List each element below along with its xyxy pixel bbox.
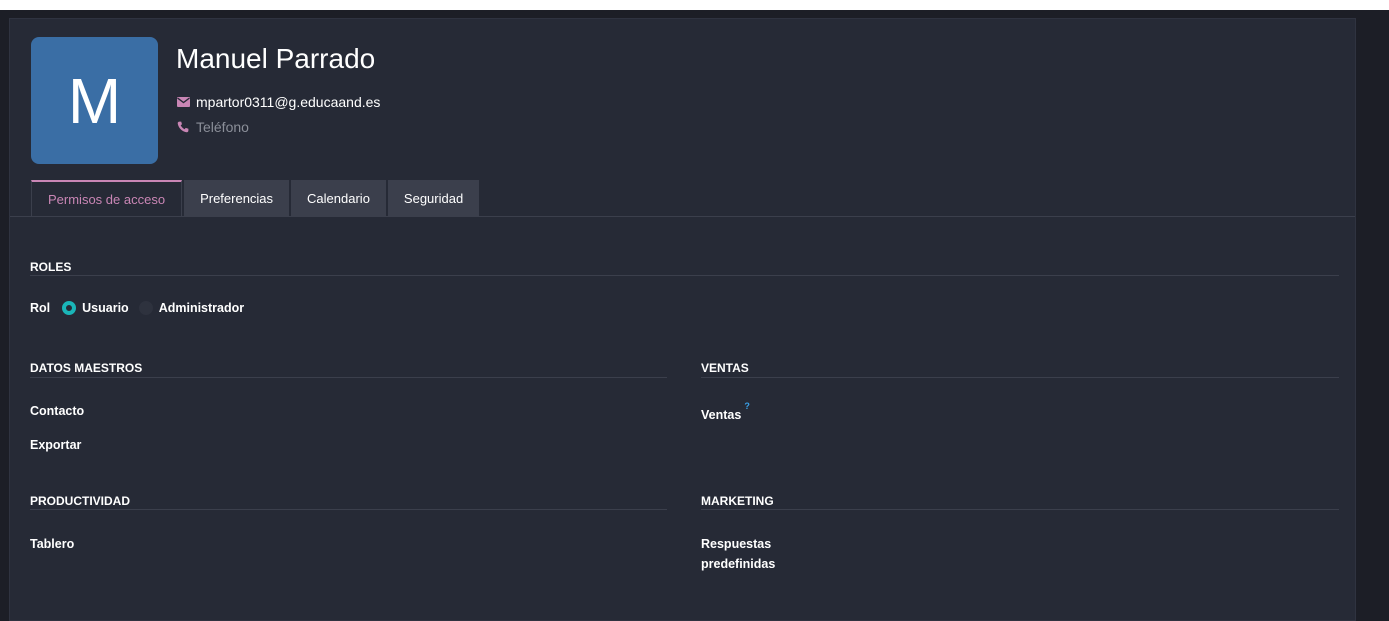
section-rule-roles (30, 275, 1339, 276)
section-title-ventas: VENTAS (701, 361, 749, 375)
envelope-icon (176, 95, 190, 109)
phone-field[interactable]: Teléfono (176, 119, 249, 135)
field-respuestas-line1: Respuestas (701, 537, 772, 551)
radio-usuario-label[interactable]: Usuario (82, 301, 129, 315)
field-ventas: Ventas? (701, 401, 750, 425)
field-ventas-label: Ventas (701, 408, 742, 423)
tab-preferencias[interactable]: Preferencias (184, 180, 290, 217)
tab-divider (10, 216, 1355, 217)
section-title-marketing: MARKETING (701, 494, 774, 508)
radio-administrador-label[interactable]: Administrador (159, 301, 244, 315)
section-title-roles: ROLES (30, 260, 72, 274)
section-title-productividad: PRODUCTIVIDAD (30, 494, 131, 508)
help-icon[interactable]: ? (744, 401, 750, 411)
field-respuestas-line2: predefinidas (701, 557, 776, 571)
field-tablero: Tablero (30, 537, 75, 551)
section-rule-productividad (30, 509, 667, 510)
phone-placeholder: Teléfono (196, 119, 249, 135)
section-title-datos-maestros: DATOS MAESTROS (30, 361, 143, 375)
field-exportar: Exportar (30, 438, 82, 452)
avatar-initial: M (67, 64, 122, 137)
email-field[interactable]: mpartor0311@g.educaand.es (176, 94, 380, 110)
avatar[interactable]: M (31, 37, 158, 164)
phone-icon (176, 120, 190, 134)
section-rule-marketing (701, 509, 1339, 510)
tab-calendario[interactable]: Calendario (291, 180, 386, 217)
section-rule-ventas (701, 377, 1339, 378)
tab-permisos-de-acceso[interactable]: Permisos de acceso (31, 180, 183, 217)
radio-usuario[interactable] (62, 301, 77, 315)
rol-field: Rol Usuario Administrador (30, 301, 244, 315)
left-margin (0, 10, 9, 621)
radio-administrador[interactable] (138, 301, 153, 315)
rol-label: Rol (30, 301, 51, 315)
section-rule-datos-maestros (30, 377, 667, 378)
user-name[interactable]: Manuel Parrado (176, 43, 375, 75)
tab-seguridad[interactable]: Seguridad (387, 180, 480, 217)
user-form-sheet: M Manuel Parrado mpartor0311@g.educaand.… (9, 18, 1356, 621)
email-value: mpartor0311@g.educaand.es (196, 94, 381, 110)
field-contacto: Contacto (30, 404, 85, 418)
field-respuestas-predefinidas: Respuestas predefinidas (701, 534, 775, 574)
right-gutter (1356, 10, 1389, 621)
tab-bar: Permisos de acceso Preferencias Calendar… (31, 180, 481, 217)
window-top-strip (0, 0, 1389, 10)
